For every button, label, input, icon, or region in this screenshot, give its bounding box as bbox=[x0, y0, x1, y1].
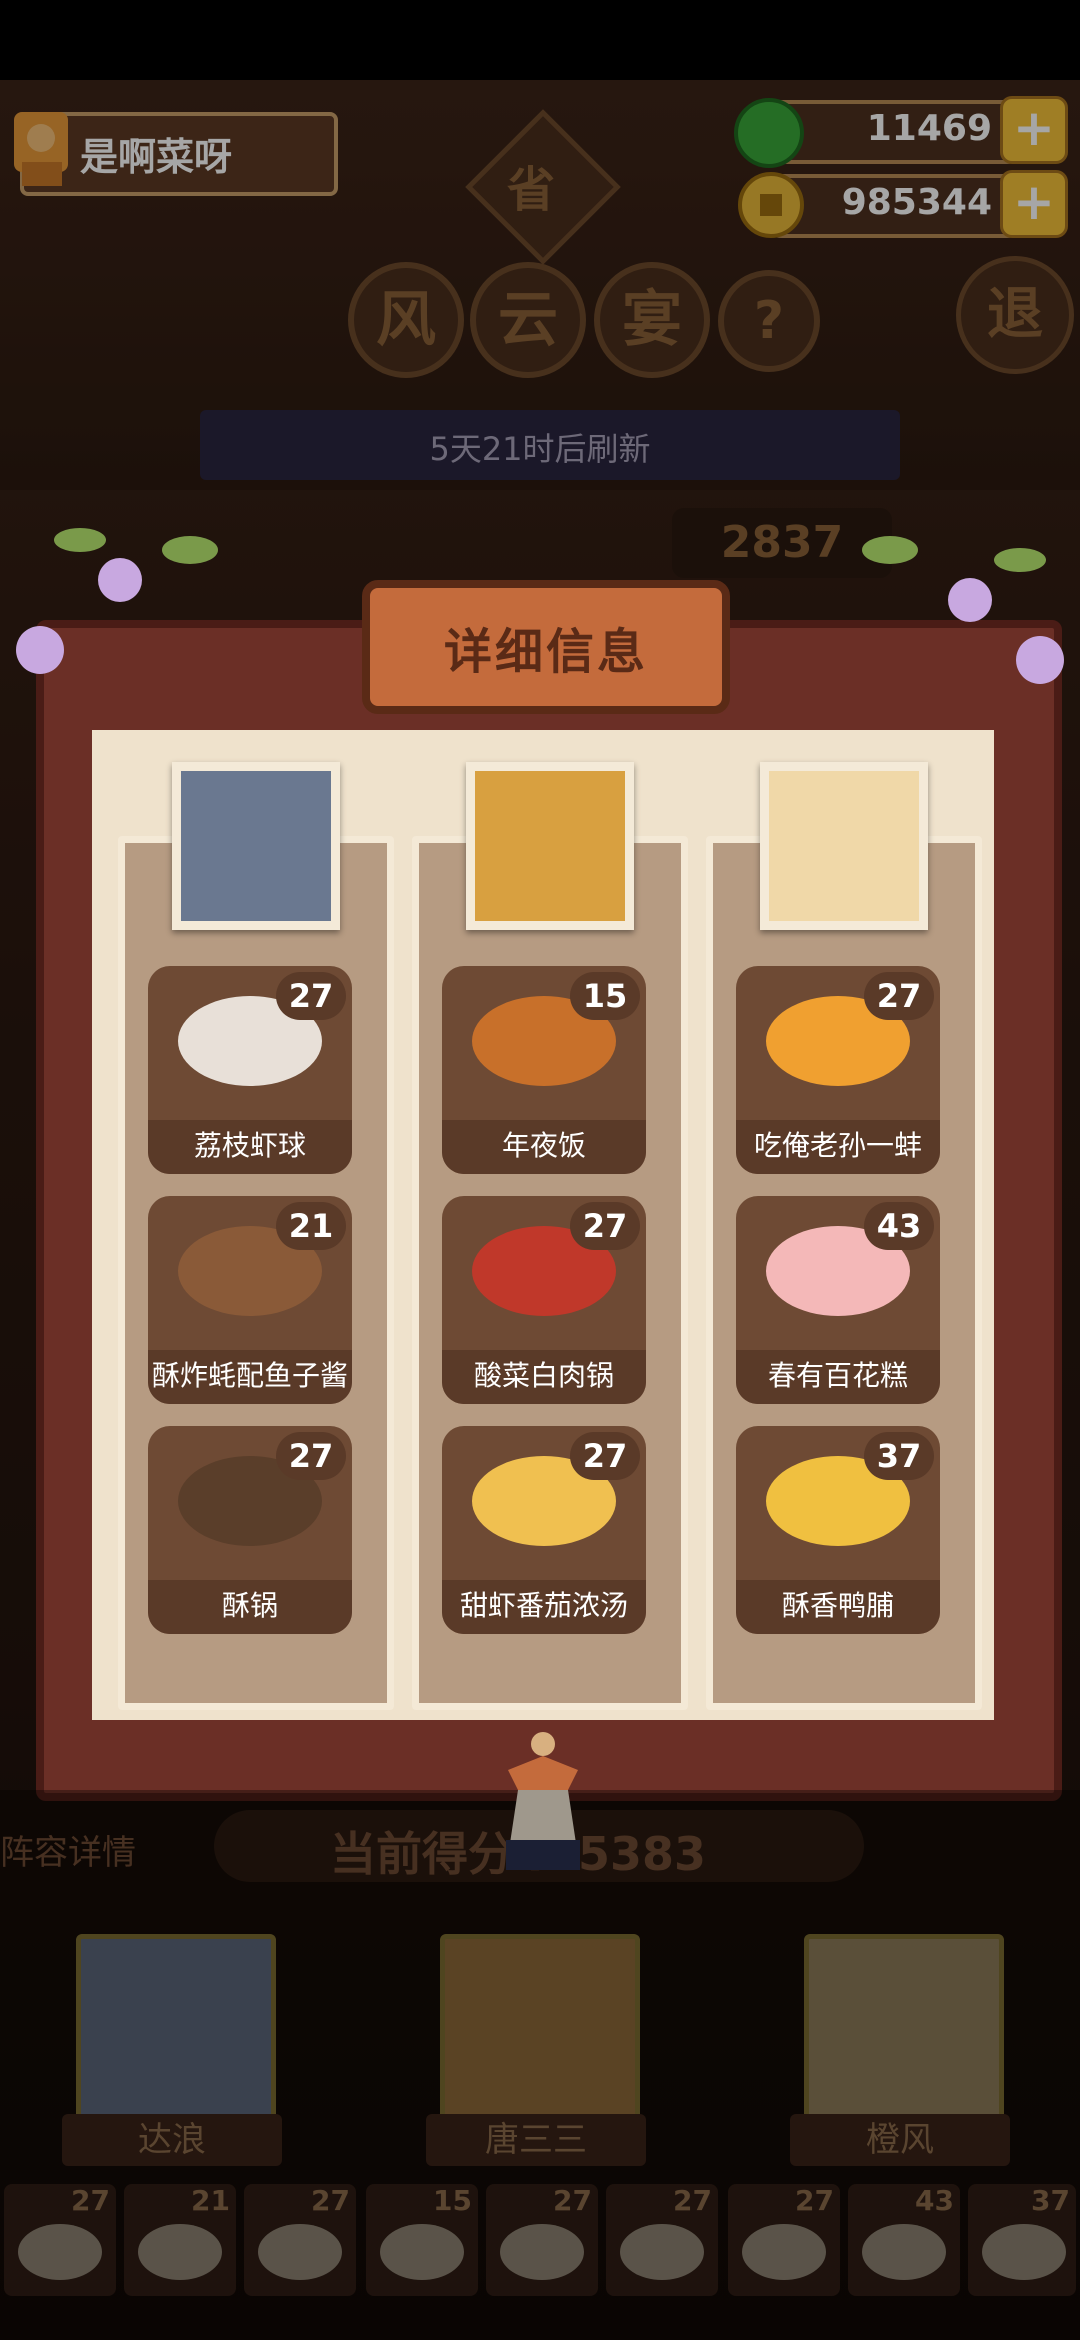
mini-dish-slot[interactable]: 27 bbox=[606, 2184, 718, 2296]
mini-dish-level: 15 bbox=[433, 2184, 472, 2217]
mini-dish-image bbox=[380, 2224, 464, 2280]
dish-name: 吃俺老孙一蚌 bbox=[736, 1120, 940, 1174]
dish-card[interactable]: 15 年夜饭 bbox=[442, 966, 646, 1174]
mini-dish-slot[interactable]: 37 bbox=[968, 2184, 1076, 2296]
dish-name: 酸菜白肉锅 bbox=[442, 1350, 646, 1404]
hero-name: 达浪 bbox=[62, 2114, 282, 2166]
dish-level: 27 bbox=[570, 1202, 640, 1250]
dish-name: 春有百花糕 bbox=[736, 1350, 940, 1404]
dish-level: 43 bbox=[864, 1202, 934, 1250]
dish-level: 15 bbox=[570, 972, 640, 1020]
dish-card[interactable]: 27 甜虾番茄浓汤 bbox=[442, 1426, 646, 1634]
dish-level: 27 bbox=[570, 1432, 640, 1480]
mini-dish-slot[interactable]: 27 bbox=[244, 2184, 356, 2296]
hero-name: 唐三三 bbox=[426, 2114, 646, 2166]
mini-dish-image bbox=[138, 2224, 222, 2280]
mini-dish-image bbox=[258, 2224, 342, 2280]
flower-decoration-icon bbox=[862, 536, 1064, 684]
mini-dish-level: 43 bbox=[915, 2184, 954, 2217]
chef-portrait-1[interactable] bbox=[172, 762, 340, 930]
dish-name: 甜虾番茄浓汤 bbox=[442, 1580, 646, 1634]
mini-dish-level: 27 bbox=[673, 2184, 712, 2217]
mini-dish-level: 37 bbox=[1031, 2184, 1070, 2217]
dish-card[interactable]: 27 酥锅 bbox=[148, 1426, 352, 1634]
mini-dish-slot[interactable]: 27 bbox=[728, 2184, 840, 2296]
dish-name: 荔枝虾球 bbox=[148, 1120, 352, 1174]
hero-portrait-3[interactable] bbox=[804, 1934, 1004, 2124]
chef-portrait-3[interactable] bbox=[760, 762, 928, 930]
dish-name: 酥香鸭脯 bbox=[736, 1580, 940, 1634]
dish-level: 21 bbox=[276, 1202, 346, 1250]
flower-decoration-icon bbox=[16, 528, 218, 674]
mini-dish-level: 27 bbox=[311, 2184, 350, 2217]
mini-dish-image bbox=[620, 2224, 704, 2280]
mini-dish-slot[interactable]: 27 bbox=[4, 2184, 116, 2296]
modal-title: 详细信息 bbox=[443, 624, 648, 680]
dish-level: 37 bbox=[864, 1432, 934, 1480]
dish-card[interactable]: 21 酥炸蚝配鱼子酱 bbox=[148, 1196, 352, 1404]
dish-card[interactable]: 43 春有百花糕 bbox=[736, 1196, 940, 1404]
dish-card[interactable]: 27 吃俺老孙一蚌 bbox=[736, 966, 940, 1174]
mini-dish-level: 27 bbox=[71, 2184, 110, 2217]
mini-dish-image bbox=[862, 2224, 946, 2280]
tassel-close-icon[interactable] bbox=[488, 1730, 598, 1880]
mini-dish-slot[interactable]: 15 bbox=[366, 2184, 478, 2296]
mini-dish-image bbox=[500, 2224, 584, 2280]
dish-name: 年夜饭 bbox=[442, 1120, 646, 1174]
chef-portrait-2[interactable] bbox=[466, 762, 634, 930]
dish-card[interactable]: 27 荔枝虾球 bbox=[148, 966, 352, 1174]
mini-dish-slot[interactable]: 43 bbox=[848, 2184, 960, 2296]
hero-portrait-1[interactable] bbox=[76, 1934, 276, 2124]
dish-level: 27 bbox=[864, 972, 934, 1020]
hero-name: 橙风 bbox=[790, 2114, 1010, 2166]
hero-portrait-2[interactable] bbox=[440, 1934, 640, 2124]
lineup-details-label[interactable]: 阵容详情 bbox=[0, 1825, 136, 1874]
dish-level: 27 bbox=[276, 1432, 346, 1480]
dish-card[interactable]: 27 酸菜白肉锅 bbox=[442, 1196, 646, 1404]
dish-card[interactable]: 37 酥香鸭脯 bbox=[736, 1426, 940, 1634]
mini-dish-image bbox=[742, 2224, 826, 2280]
dish-name: 酥锅 bbox=[148, 1580, 352, 1634]
mini-dish-slot[interactable]: 27 bbox=[486, 2184, 598, 2296]
mini-dish-level: 27 bbox=[553, 2184, 592, 2217]
dish-level: 27 bbox=[276, 972, 346, 1020]
mini-dish-level: 21 bbox=[191, 2184, 230, 2217]
mini-dish-image bbox=[18, 2224, 102, 2280]
dish-name: 酥炸蚝配鱼子酱 bbox=[148, 1350, 352, 1404]
mini-dish-slot[interactable]: 21 bbox=[124, 2184, 236, 2296]
mini-dish-image bbox=[982, 2224, 1066, 2280]
mini-dish-level: 27 bbox=[795, 2184, 834, 2217]
